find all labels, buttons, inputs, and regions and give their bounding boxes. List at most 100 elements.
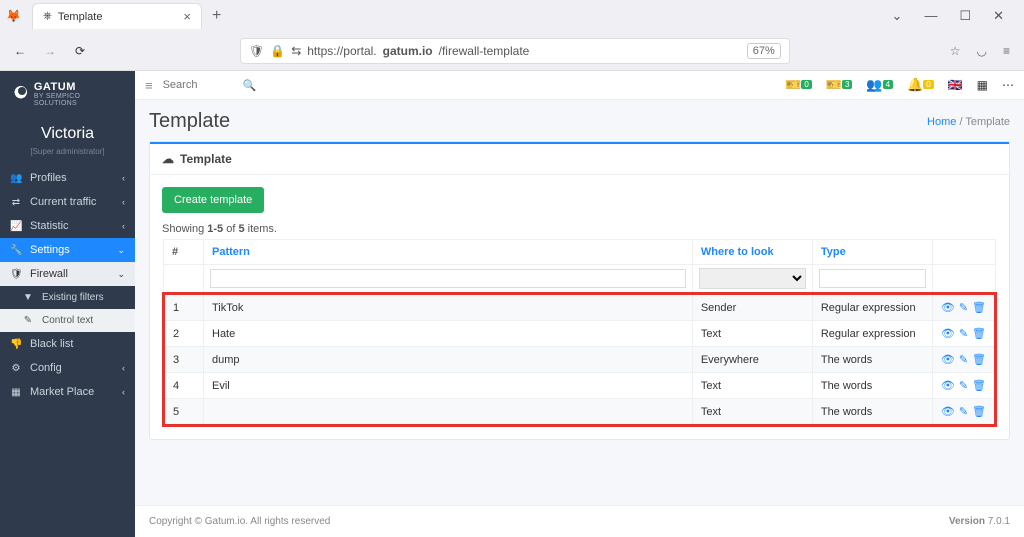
edit-icon[interactable]: ✎ [959,405,968,418]
new-tab-button[interactable]: + [202,3,231,29]
sidebar-item-market-place[interactable]: ▦Market Place‹ [0,380,135,404]
back-button[interactable]: ← [10,44,30,58]
shield-icon: 🛡 [10,269,22,280]
table-row: 3dumpEverywhereThe words 👁✎🗑 [164,347,996,373]
view-icon[interactable]: 👁 [941,379,955,392]
sidebar-item-current-traffic[interactable]: ⇄Current traffic‹ [0,190,135,214]
user-role: [Super administrator] [0,147,135,166]
showing-text: Showing 1-5 of 5 items. [162,223,997,235]
view-icon[interactable]: 👁 [941,301,955,314]
filter-type-input[interactable] [819,269,926,288]
window-maximize-icon[interactable]: ☐ [959,8,971,24]
topbar-badge-4[interactable]: 🔔0 [907,77,934,93]
col-where[interactable]: Where to look [692,240,812,265]
sidebar-item-settings[interactable]: 🔧Settings⌄ [0,238,135,262]
chevron-down-icon: ⌄ [117,269,125,280]
table-row: 2HateTextRegular expression 👁✎🗑 [164,321,996,347]
sidebar-item-config[interactable]: ⚙Config‹ [0,356,135,380]
filter-where-select[interactable] [699,268,806,289]
zoom-level[interactable]: 67% [747,43,781,59]
sidebar-item-black-list[interactable]: 👎Black list [0,332,135,356]
table-row: 5TextThe words 👁✎🗑 [164,399,996,426]
delete-icon[interactable]: 🗑 [972,379,986,392]
sidebar-item-firewall[interactable]: 🛡Firewall⌄ [0,262,135,286]
search-box[interactable]: 🔍 [163,79,273,92]
app-menu-icon[interactable]: ≡ [1003,44,1010,58]
more-icon[interactable]: ⋯ [1002,78,1014,92]
topbar-badge-3[interactable]: 👥4 [866,77,893,93]
hamburger-icon[interactable]: ≡ [145,78,153,93]
tab-title: Template [58,11,103,23]
chevron-left-icon: ‹ [122,197,125,207]
edit-icon[interactable]: ✎ [959,301,968,314]
reload-button[interactable]: ⟳ [70,44,90,58]
users-icon: 👥 [10,173,22,184]
logo: GATUM BY SEMPICO SOLUTIONS [0,71,135,115]
template-table: # Pattern Where to look Type [162,239,997,427]
search-icon[interactable]: 🔍 [243,79,257,92]
page-title: Template [149,110,230,133]
delete-icon[interactable]: 🗑 [972,327,986,340]
grid-icon[interactable]: ▦ [977,78,988,92]
window-chevron-icon[interactable]: ⌄ [892,8,903,24]
lock-icon[interactable]: 🔒 [270,44,285,58]
edit-icon[interactable]: ✎ [959,379,968,392]
cloud-upload-icon: ☁ [162,152,174,166]
delete-icon[interactable]: 🗑 [972,301,986,314]
delete-icon[interactable]: 🗑 [972,405,986,418]
url-host: gatum.io [383,44,433,58]
forward-button: → [40,44,60,58]
toggle-icon[interactable]: ⇆ [291,44,301,58]
topbar-badge-1[interactable]: 🎫0 [785,77,812,93]
traffic-icon: ⇄ [10,197,22,208]
url-prefix: https://portal. [307,44,376,58]
flag-icon[interactable]: 🇬🇧 [948,78,963,92]
sidebar-item-statistic[interactable]: 📈Statistic‹ [0,214,135,238]
footer: Copyright © Gatum.io. All rights reserve… [135,505,1024,537]
thumbs-down-icon: 👎 [10,339,22,350]
sidebar-item-control-text[interactable]: ✎Control text [0,309,135,332]
url-bar[interactable]: 🛡 🔒 ⇆ https://portal. gatum.io/firewall-t… [240,38,790,64]
chevron-left-icon: ‹ [122,173,125,183]
window-close-icon[interactable]: ✕ [993,8,1004,24]
panel-title: Template [180,152,232,166]
chart-icon: 📈 [10,221,22,232]
filter-pattern-input[interactable] [210,269,686,288]
view-icon[interactable]: 👁 [941,327,955,340]
brand-name: GATUM [34,81,125,93]
pocket-icon[interactable]: ◡ [977,44,987,58]
edit-icon[interactable]: ✎ [959,327,968,340]
col-type[interactable]: Type [812,240,932,265]
table-row: 1TikTokSenderRegular expression 👁✎🗑 [164,294,996,321]
chevron-down-icon: ⌄ [117,245,125,256]
sidebar-item-existing-filters[interactable]: ▼Existing filters [0,286,135,309]
chevron-left-icon: ‹ [122,387,125,397]
tab-favicon: ⎈ [43,10,52,23]
topbar: ≡ 🔍 🎫0 🎫3 👥4 🔔0 🇬🇧 ▦ ⋯ [135,71,1024,100]
col-pattern[interactable]: Pattern [204,240,693,265]
breadcrumb-home[interactable]: Home [927,116,956,128]
gear-icon: ⚙ [10,363,22,374]
shield-icon[interactable]: 🛡 [249,44,264,58]
breadcrumb-current: Template [965,116,1010,128]
view-icon[interactable]: 👁 [941,405,955,418]
url-path: /firewall-template [439,44,530,58]
firefox-icon: 🦊 [6,9,14,23]
sidebar-item-profiles[interactable]: 👥Profiles‹ [0,166,135,190]
view-icon[interactable]: 👁 [941,353,955,366]
sidebar-nav: 👥Profiles‹ ⇄Current traffic‹ 📈Statistic‹… [0,166,135,404]
chevron-left-icon: ‹ [122,363,125,373]
browser-tab[interactable]: ⎈ Template × [32,3,202,29]
create-template-button[interactable]: Create template [162,187,264,213]
table-row: 4EvilTextThe words 👁✎🗑 [164,373,996,399]
filter-icon: ▼ [22,292,34,303]
search-input[interactable] [163,79,243,91]
tab-close-icon[interactable]: × [183,9,191,24]
delete-icon[interactable]: 🗑 [972,353,986,366]
window-minimize-icon[interactable]: — [924,8,937,24]
edit-icon[interactable]: ✎ [959,353,968,366]
version: 7.0.1 [988,516,1010,527]
bookmark-star-icon[interactable]: ☆ [950,44,961,58]
wrench-icon: 🔧 [10,245,22,256]
topbar-badge-2[interactable]: 🎫3 [826,77,853,93]
